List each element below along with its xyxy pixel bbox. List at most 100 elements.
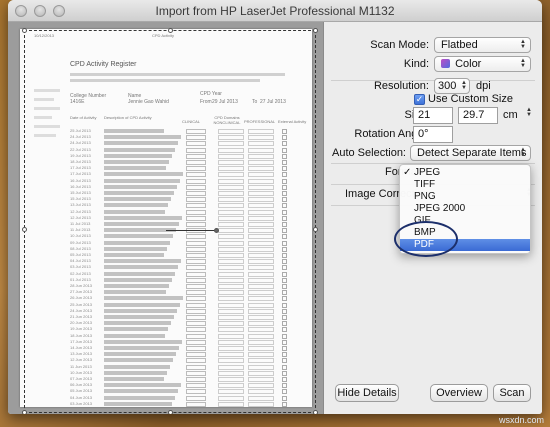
- doc-row-box: [248, 383, 274, 388]
- doc-row-checkbox: [282, 203, 287, 208]
- size-width-field[interactable]: 21: [413, 107, 453, 124]
- doc-row-description: [104, 141, 178, 145]
- doc-row-description: [104, 191, 174, 195]
- auto-selection-popup[interactable]: Detect Separate Items ▲ ▼: [410, 145, 531, 161]
- doc-row-box: [218, 303, 244, 308]
- rotation-handle[interactable]: [214, 228, 219, 233]
- format-menu-item-pdf[interactable]: PDF: [400, 239, 530, 251]
- doc-row-date: 13 Jun 2013: [70, 351, 93, 356]
- doc-row-box: [218, 141, 244, 146]
- doc-row-box: [248, 346, 274, 351]
- doc-row-description: [104, 309, 177, 313]
- doc-row-box: [248, 241, 274, 246]
- doc-row-description: [104, 234, 173, 238]
- doc-row-description: [104, 383, 181, 387]
- doc-row-date: 24 Jun 2013: [70, 308, 93, 313]
- separator: [331, 80, 535, 81]
- selection-handle[interactable]: [168, 410, 173, 414]
- doc-row-description: [104, 352, 176, 356]
- doc-row-box: [248, 377, 274, 382]
- doc-intro-line: [70, 79, 260, 82]
- selection-handle[interactable]: [22, 227, 27, 232]
- format-menu-item-jpeg[interactable]: ✓ JPEG: [400, 167, 530, 179]
- doc-row-box: [186, 203, 206, 208]
- doc-row-checkbox: [282, 315, 287, 320]
- doc-row-box: [248, 334, 274, 339]
- resolution-combo[interactable]: 300 ▲ ▼: [434, 78, 470, 94]
- doc-row-description: [104, 334, 165, 338]
- doc-row-date: 27 Jun 2013: [70, 289, 93, 294]
- doc-row-box: [248, 321, 274, 326]
- doc-row-box: [186, 259, 206, 264]
- doc-row-box: [218, 340, 244, 345]
- doc-intro-line: [70, 73, 285, 76]
- doc-row-date: 15 Jul 2013: [70, 196, 91, 201]
- doc-row-box: [248, 371, 274, 376]
- doc-row-checkbox: [282, 129, 287, 134]
- doc-row-date: 01 Jul 2013: [70, 277, 91, 282]
- doc-row-box: [186, 247, 206, 252]
- doc-row-box: [248, 272, 274, 277]
- doc-row-box: [218, 290, 244, 295]
- doc-left-notes: [34, 89, 60, 219]
- scan-mode-popup[interactable]: Flatbed ▲ ▼: [434, 37, 531, 53]
- doc-header-center: CPD Activity: [152, 33, 175, 38]
- custom-size-checkbox[interactable]: ✓: [414, 94, 425, 105]
- scan-button[interactable]: Scan: [493, 384, 531, 402]
- kind-popup[interactable]: Color ▲ ▼: [434, 56, 531, 72]
- doc-row-date: 04 Jun 2013: [70, 395, 93, 400]
- doc-row-box: [218, 222, 244, 227]
- doc-row-box: [186, 141, 206, 146]
- doc-row-checkbox: [282, 321, 287, 326]
- doc-row-box: [218, 402, 244, 407]
- doc-row-checkbox: [282, 396, 287, 401]
- unit-popup-arrows-icon[interactable]: ▲ ▼: [526, 107, 532, 118]
- doc-row-box: [186, 284, 206, 289]
- format-menu-item-png[interactable]: PNG: [400, 191, 530, 203]
- size-height-field[interactable]: 29.7: [458, 107, 498, 124]
- rotation-angle-field[interactable]: 0°: [413, 126, 453, 143]
- doc-from-date: 29 Jul 2013: [212, 99, 238, 105]
- hide-details-button[interactable]: Hide Details: [335, 384, 399, 402]
- format-menu-item-bmp[interactable]: BMP: [400, 227, 530, 239]
- doc-row-box: [186, 396, 206, 401]
- doc-row-box: [218, 259, 244, 264]
- doc-row-date: 17 Jun 2013: [70, 339, 93, 344]
- doc-row-description: [104, 290, 166, 294]
- format-menu-item-jpeg-2000[interactable]: JPEG 2000: [400, 203, 530, 215]
- selection-handle[interactable]: [22, 28, 27, 33]
- doc-col-external: External Activity: [278, 119, 307, 124]
- doc-row-checkbox: [282, 377, 287, 382]
- format-menu-item-tiff[interactable]: TIFF: [400, 179, 530, 191]
- auto-selection-value: Detect Separate Items: [417, 147, 527, 159]
- doc-row-description: [104, 402, 172, 406]
- selection-handle[interactable]: [313, 410, 318, 414]
- doc-row-date: 15 Jul 2013: [70, 190, 91, 195]
- format-menu-item-gif[interactable]: GIF: [400, 215, 530, 227]
- doc-row-box: [186, 253, 206, 258]
- selection-handle[interactable]: [22, 410, 27, 414]
- doc-row-box: [218, 234, 244, 239]
- doc-row-date: 13 Jul 2013: [70, 202, 91, 207]
- doc-row-box: [186, 315, 206, 320]
- window-title: Import from HP LaserJet Professional M11…: [155, 4, 395, 18]
- doc-row-box: [218, 185, 244, 190]
- doc-row-description: [104, 160, 169, 164]
- doc-row-box: [186, 234, 206, 239]
- doc-row-box: [186, 327, 206, 332]
- checkmark-icon: ✓: [403, 167, 412, 178]
- doc-row-box: [248, 234, 274, 239]
- selection-handle[interactable]: [313, 28, 318, 33]
- doc-row-checkbox: [282, 340, 287, 345]
- selection-handle[interactable]: [168, 28, 173, 33]
- doc-row-description: [104, 253, 164, 257]
- doc-row-checkbox: [282, 352, 287, 357]
- scan-preview-area[interactable]: 10/12/2013 CPD Activity CPD Activity Reg…: [8, 22, 324, 414]
- format-menu[interactable]: ✓ JPEG TIFF PNG JPEG 2000 GIF BMP PDF: [399, 164, 531, 254]
- doc-row-box: [218, 210, 244, 215]
- doc-col-clinical: CLINICAL: [182, 119, 201, 124]
- selection-handle[interactable]: [313, 227, 318, 232]
- scan-mode-label: Scan Mode:: [370, 39, 429, 51]
- overview-button[interactable]: Overview: [430, 384, 488, 402]
- doc-row-box: [248, 179, 274, 184]
